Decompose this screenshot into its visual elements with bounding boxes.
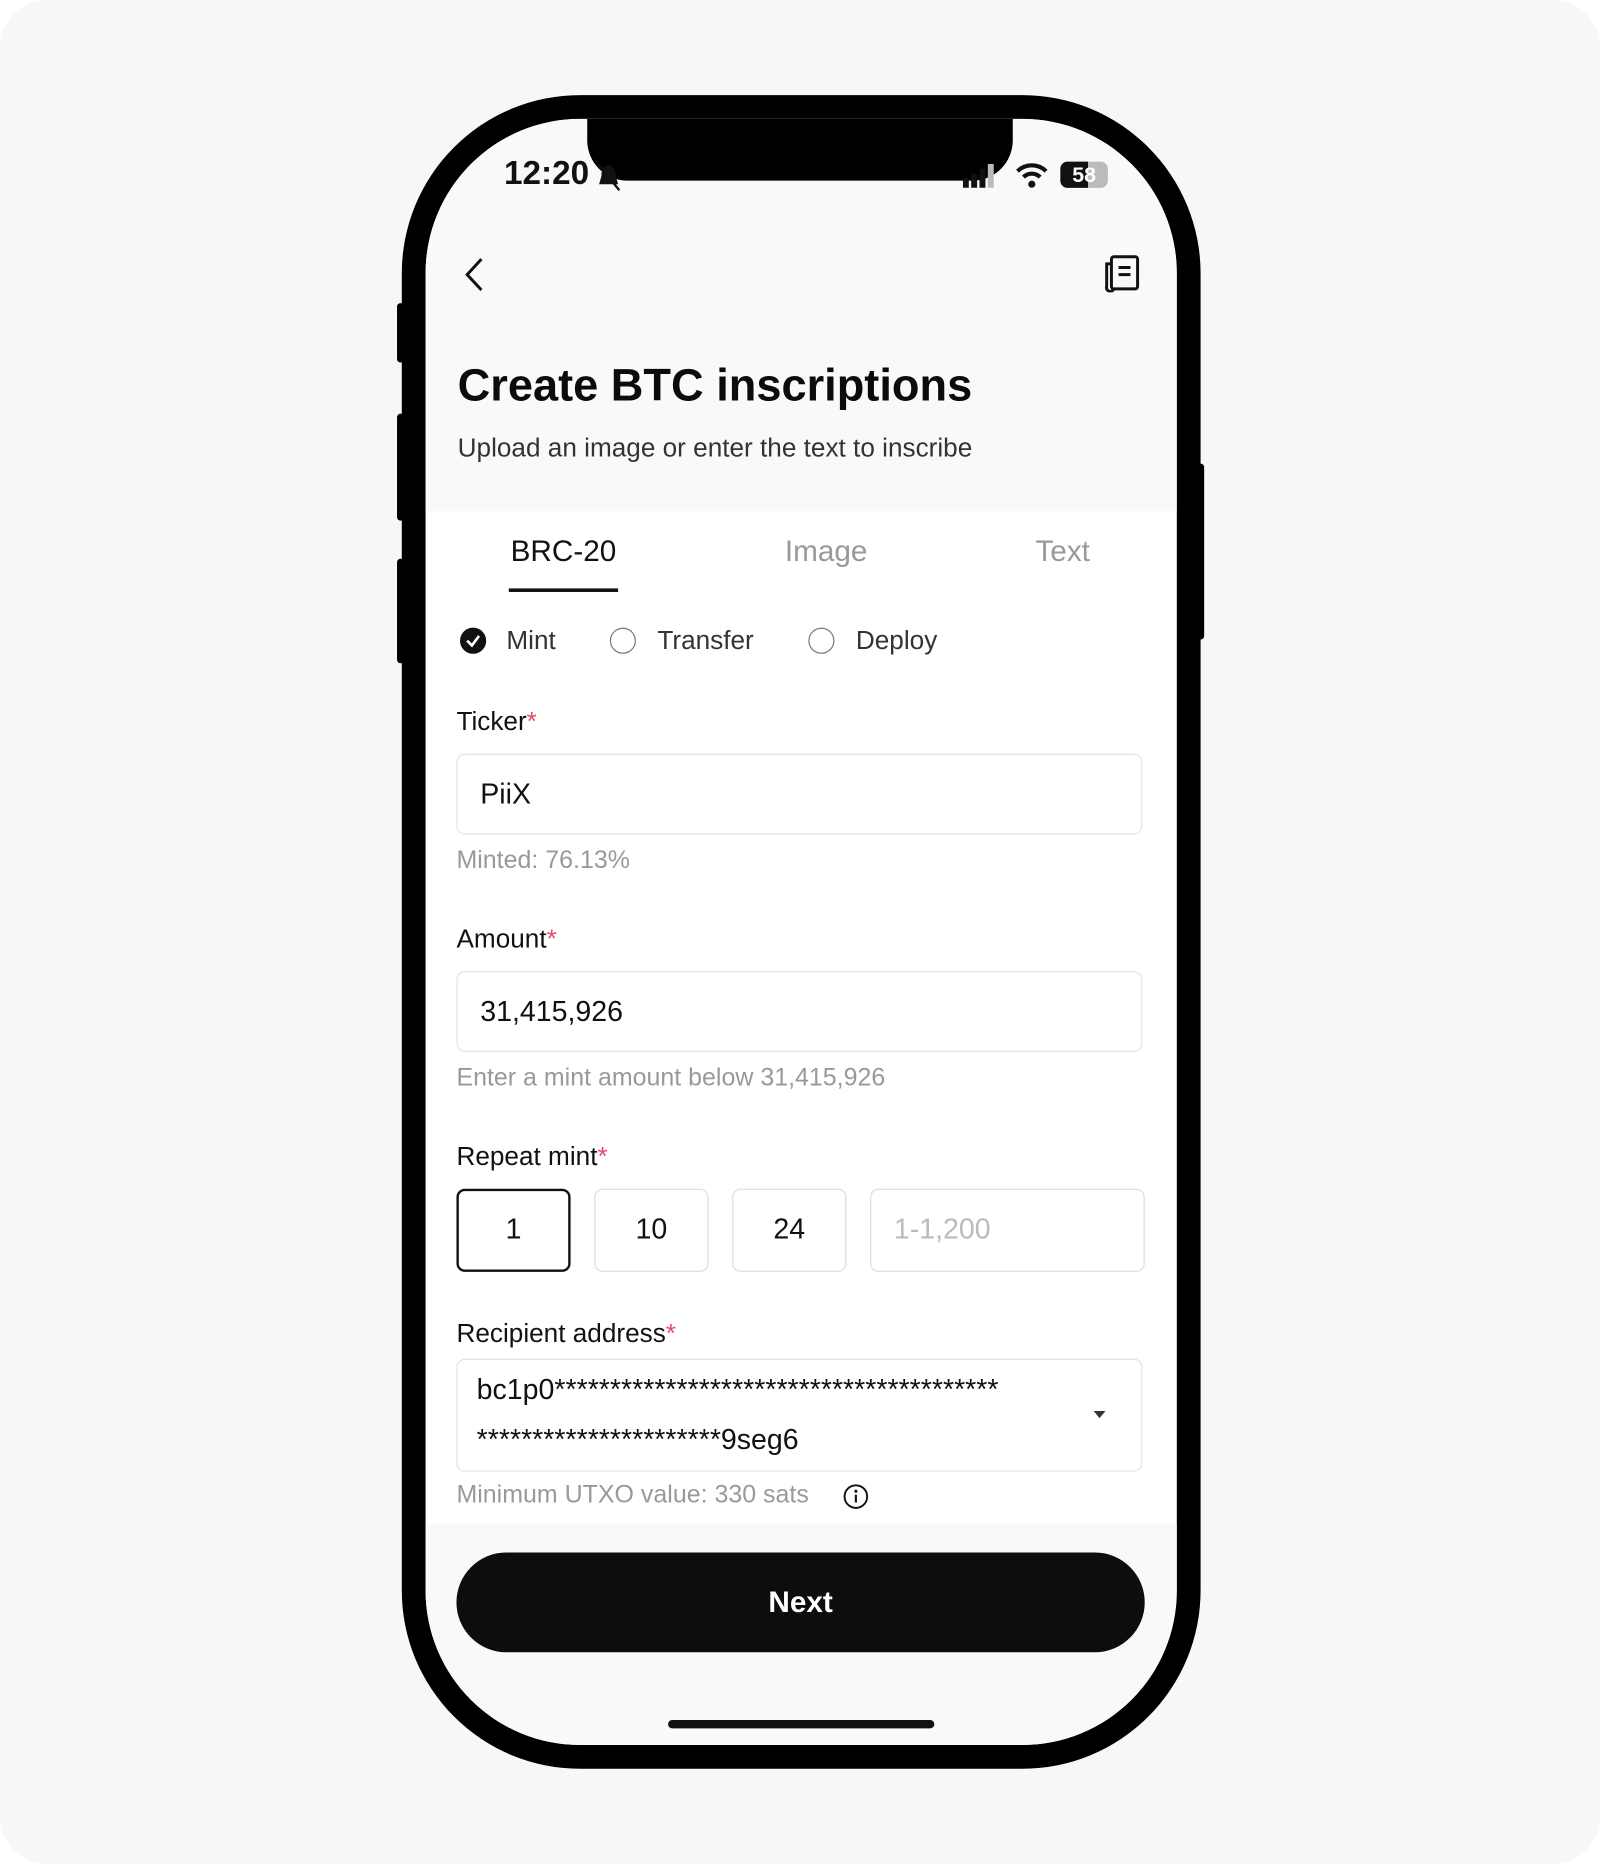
records-icon[interactable] bbox=[1103, 254, 1141, 293]
minted-helper: Minted: 76.13% bbox=[456, 846, 630, 874]
repeat-option-1[interactable]: 1 bbox=[456, 1188, 571, 1272]
amount-input[interactable]: 31,415,926 bbox=[456, 971, 1143, 1052]
page-title: Create BTC inscriptions bbox=[457, 361, 973, 412]
tab-image[interactable]: Image bbox=[785, 535, 868, 569]
page: 12:20 58 Create BTC inscriptions Upload … bbox=[0, 0, 1600, 1864]
tab-underline bbox=[508, 588, 619, 592]
wifi-icon bbox=[1016, 163, 1048, 188]
recipient-line1: bc1p0***********************************… bbox=[476, 1374, 999, 1407]
radio-mint[interactable] bbox=[460, 627, 487, 654]
ticker-value: PiiX bbox=[480, 778, 531, 811]
repeat-custom-input[interactable]: 1-1,200 bbox=[870, 1188, 1145, 1272]
screen: 12:20 58 Create BTC inscriptions Upload … bbox=[425, 118, 1177, 1746]
next-button[interactable]: Next bbox=[456, 1552, 1145, 1653]
battery-icon: 58 bbox=[1060, 161, 1108, 188]
tab-brc20[interactable]: BRC-20 bbox=[511, 535, 617, 569]
check-icon bbox=[466, 635, 481, 648]
radio-mint-label[interactable]: Mint bbox=[506, 625, 555, 656]
radio-deploy-label[interactable]: Deploy bbox=[856, 625, 937, 656]
repeat-option-24[interactable]: 24 bbox=[732, 1188, 847, 1272]
back-chevron-icon[interactable] bbox=[461, 256, 487, 294]
recipient-line2: **********************9seg6 bbox=[476, 1424, 799, 1457]
radio-deploy[interactable] bbox=[808, 627, 835, 654]
recipient-select[interactable]: bc1p0***********************************… bbox=[456, 1358, 1143, 1472]
ticker-input[interactable]: PiiX bbox=[456, 753, 1143, 835]
amount-value: 31,415,926 bbox=[480, 996, 624, 1029]
status-time: 12:20 bbox=[504, 154, 590, 192]
ticker-label: Ticker* bbox=[456, 706, 537, 736]
tab-text[interactable]: Text bbox=[1035, 535, 1090, 569]
bell-muted-icon bbox=[596, 163, 621, 191]
radio-transfer-label[interactable]: Transfer bbox=[657, 625, 753, 656]
repeat-option-10[interactable]: 10 bbox=[594, 1188, 709, 1272]
utxo-helper: Minimum UTXO value: 330 sats bbox=[456, 1481, 809, 1509]
amount-helper: Enter a mint amount below 31,415,926 bbox=[456, 1063, 886, 1092]
amount-label: Amount* bbox=[456, 923, 557, 954]
repeat-label: Repeat mint* bbox=[456, 1141, 608, 1171]
signal-icon bbox=[962, 164, 994, 188]
caret-down-icon[interactable] bbox=[1092, 1410, 1106, 1420]
home-indicator bbox=[668, 1720, 935, 1729]
radio-transfer[interactable] bbox=[609, 627, 636, 654]
recipient-label: Recipient address* bbox=[456, 1318, 676, 1348]
info-icon[interactable] bbox=[843, 1483, 869, 1509]
page-subtitle: Upload an image or enter the text to ins… bbox=[457, 432, 973, 463]
notch bbox=[587, 118, 1013, 181]
